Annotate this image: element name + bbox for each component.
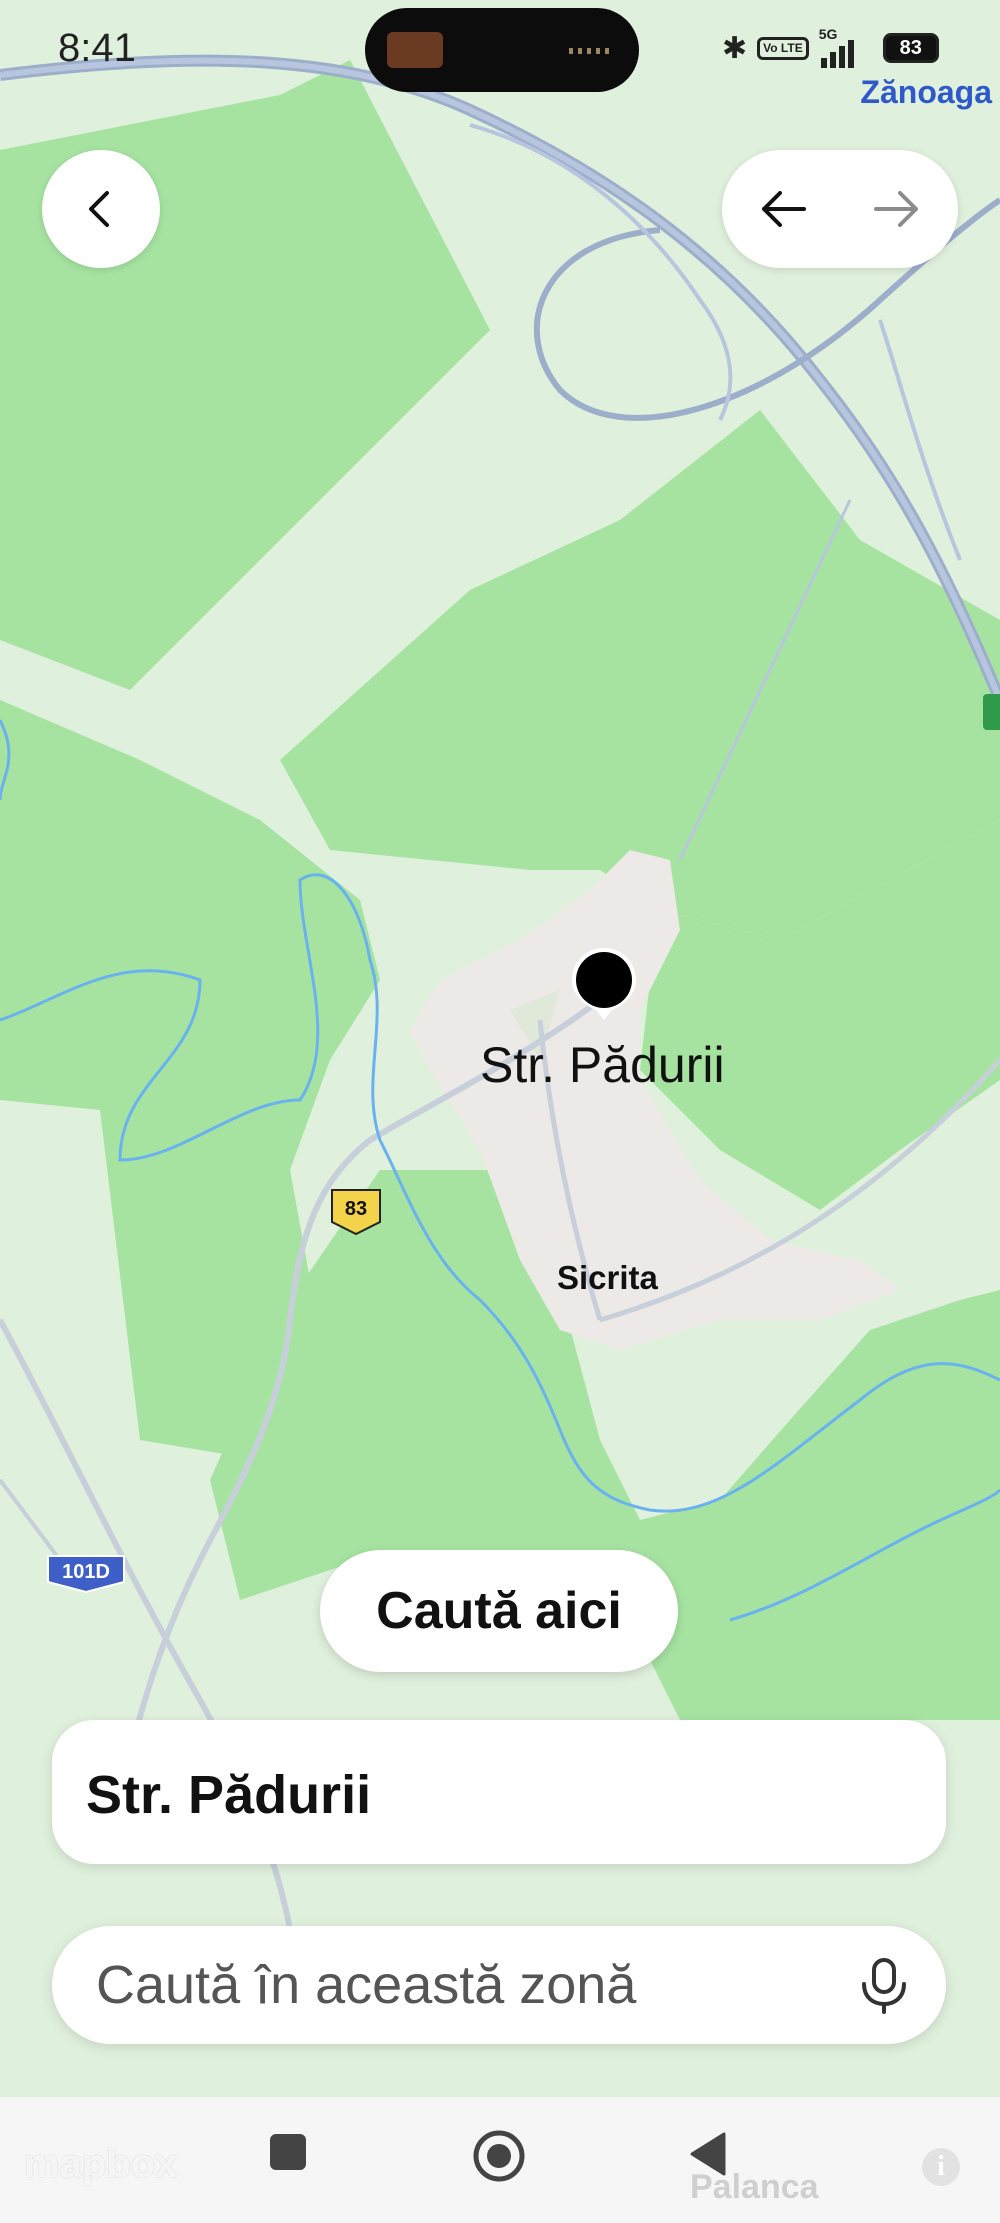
signal-icon: 5G <box>819 26 873 68</box>
media-visualizer <box>569 48 613 54</box>
location-pin-icon[interactable] <box>568 944 640 1024</box>
result-card[interactable]: Str. Pădurii <box>52 1720 946 1864</box>
clock: 8:41 <box>58 26 136 70</box>
map-canvas[interactable] <box>0 0 1000 2223</box>
place-label: Sicrita <box>557 1259 658 1296</box>
battery-icon: 83 <box>882 33 939 63</box>
status-icons: ✱ Vo LTE 5G 83 <box>722 26 939 68</box>
media-thumbnail <box>387 32 443 68</box>
road-shield: 101D <box>46 1554 126 1594</box>
redo-arrow-right-icon[interactable] <box>866 179 926 239</box>
status-bar: 8:41 ✱ Vo LTE 5G 83 <box>0 0 1000 100</box>
microphone-icon[interactable] <box>856 1956 912 2016</box>
recents-square-icon[interactable] <box>268 2132 308 2172</box>
map-place-label: Palanca <box>690 2168 819 2206</box>
home-circle-icon[interactable] <box>472 2129 526 2183</box>
mapbox-logo[interactable]: mapbox <box>24 2142 177 2187</box>
chevron-left-icon <box>89 191 109 227</box>
volte-icon: Vo LTE <box>757 36 809 60</box>
road-shield: 83 <box>330 1188 382 1236</box>
bluetooth-icon: ✱ <box>722 31 748 65</box>
search-input[interactable] <box>96 1952 836 2018</box>
undo-arrow-left-icon[interactable] <box>754 179 814 239</box>
attribution-info-icon[interactable]: i <box>922 2148 960 2186</box>
result-title: Str. Pădurii <box>86 1765 372 1825</box>
search-here-button[interactable]: Caută aici <box>320 1550 678 1672</box>
map-place-label: Zănoaga <box>860 74 992 110</box>
pin-label: Str. Pădurii <box>480 1037 725 1093</box>
dynamic-island <box>365 8 639 92</box>
history-navigation <box>722 150 958 268</box>
battery-level: 83 <box>899 37 922 59</box>
road-shield-label: 83 <box>344 1198 368 1220</box>
road-shield-label: 101D <box>62 1561 110 1583</box>
back-button[interactable] <box>42 150 160 268</box>
search-bar[interactable] <box>52 1926 946 2044</box>
